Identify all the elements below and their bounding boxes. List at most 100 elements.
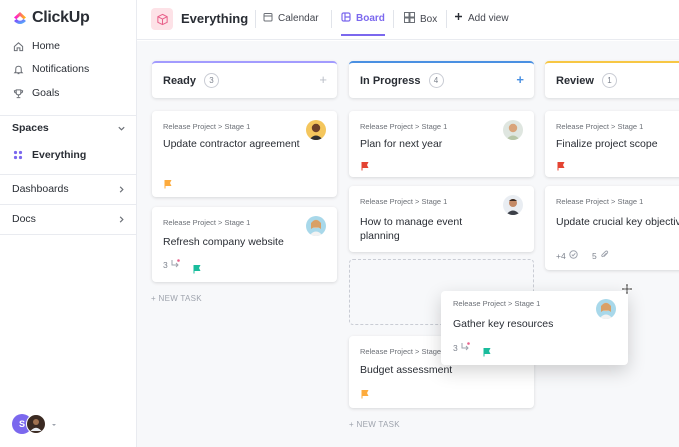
task-title: Finalize project scope (556, 138, 658, 150)
divider (393, 10, 394, 28)
sidebar: ClickUp Home Notifications Goals Spaces … (0, 0, 137, 447)
attachment-count[interactable]: 5 (592, 250, 609, 261)
new-task-button[interactable]: + NEW TASK (349, 420, 400, 429)
task-title: How to manage event planning (360, 216, 463, 242)
task-breadcrumb: Release Project > Stage 1 (360, 347, 448, 356)
sidebar-item-label: Everything (32, 149, 87, 161)
trophy-icon (12, 87, 24, 99)
dragging-task-card[interactable]: Release Project > Stage 1 Gather key res… (441, 291, 628, 365)
task-card[interactable]: Release Project > Stage 1 Update contrac… (152, 111, 337, 197)
clickup-logo[interactable]: ClickUp (12, 9, 90, 27)
add-task-plus-icon[interactable]: + (319, 73, 327, 86)
flag-icon[interactable] (192, 261, 202, 274)
checklist-icon (569, 250, 578, 261)
grid-dots-icon (12, 149, 24, 161)
column-title: Ready (163, 74, 197, 87)
paperclip-icon (600, 250, 609, 261)
chevron-down-icon[interactable] (51, 415, 57, 433)
docs-label: Docs (12, 213, 36, 225)
tab-board[interactable]: Board (341, 12, 385, 36)
add-task-plus-icon[interactable]: + (516, 73, 524, 86)
task-title: Update contractor agreement (163, 138, 300, 150)
add-view-button[interactable]: Add view (454, 12, 509, 24)
home-icon (12, 40, 24, 52)
task-breadcrumb: Release Project > Stage 1 (453, 299, 541, 308)
column-count-badge: 4 (428, 73, 444, 88)
sidebar-divider (0, 115, 137, 116)
subtask-count[interactable]: 3 (163, 259, 180, 270)
sidebar-item-everything[interactable]: Everything (12, 149, 86, 161)
sidebar-item-home[interactable]: Home (12, 40, 60, 52)
page-title: Everything (181, 11, 249, 26)
task-card[interactable]: Release Project > Stage 1 Refresh compan… (152, 207, 337, 282)
sidebar-item-label: Notifications (32, 63, 90, 75)
task-breadcrumb: Release Project > Stage 1 (163, 218, 251, 227)
sidebar-item-notifications[interactable]: Notifications (12, 63, 89, 75)
spaces-label: Spaces (12, 122, 49, 134)
assignee-avatar[interactable] (503, 195, 523, 215)
sidebar-item-label: Home (32, 40, 61, 52)
task-breadcrumb: Release Project > Stage 1 (163, 122, 251, 131)
divider (446, 10, 447, 28)
top-bar: Everything Calendar Board Box Add view (137, 0, 679, 40)
flag-icon[interactable] (360, 386, 370, 399)
task-breadcrumb: Release Project > Stage 1 (556, 197, 644, 206)
tab-box[interactable]: Box (404, 12, 437, 26)
task-card[interactable]: Release Project > Stage 1 Finalize proje… (545, 111, 679, 177)
task-breadcrumb: Release Project > Stage 1 (556, 122, 644, 131)
sidebar-item-label: Goals (32, 87, 60, 99)
sidebar-divider (0, 204, 137, 205)
new-task-button[interactable]: + NEW TASK (151, 294, 202, 303)
task-title: Budget assessment (360, 364, 453, 376)
chevron-right-icon[interactable] (116, 214, 126, 224)
column-count-badge: 1 (601, 73, 617, 88)
task-title: Gather key resources (453, 318, 554, 330)
divider (255, 10, 256, 28)
checklist-count-value: +4 (556, 250, 566, 261)
checklist-count[interactable]: +4 (556, 250, 578, 261)
sidebar-item-goals[interactable]: Goals (12, 87, 59, 99)
divider (331, 10, 332, 28)
flag-icon[interactable] (556, 158, 566, 171)
column-title: In Progress (360, 74, 421, 87)
subtask-icon (171, 259, 180, 270)
box-icon (404, 12, 415, 26)
assignee-avatar[interactable] (596, 299, 616, 319)
board: Ready 3 + In Progress 4 + Review 1 Relea… (137, 41, 679, 447)
subtask-count-value: 3 (453, 342, 458, 353)
column-header-ready[interactable]: Ready 3 + (152, 61, 337, 98)
chevron-right-icon[interactable] (116, 184, 126, 194)
flag-icon[interactable] (163, 176, 173, 189)
task-title: Update crucial key objectives (556, 216, 679, 228)
docs-section-header[interactable]: Docs (12, 213, 126, 225)
dashboards-section-header[interactable]: Dashboards (12, 183, 126, 195)
spaces-section-header[interactable]: Spaces (12, 122, 126, 134)
chevron-down-icon[interactable] (116, 123, 126, 133)
bell-icon (12, 63, 24, 75)
subtask-icon (461, 342, 470, 353)
column-header-in-progress[interactable]: In Progress 4 + (349, 61, 534, 98)
task-card[interactable]: Release Project > Stage 1 Update crucial… (545, 186, 679, 270)
task-card[interactable]: Release Project > Stage 1 How to manage … (349, 186, 534, 252)
subtask-count[interactable]: 3 (453, 342, 470, 353)
assignee-avatar[interactable] (503, 120, 523, 140)
brand-name: ClickUp (32, 9, 90, 26)
column-header-review[interactable]: Review 1 (545, 61, 679, 98)
clickup-logo-icon (14, 12, 26, 24)
task-card[interactable]: Release Project > Stage 1 Plan for next … (349, 111, 534, 177)
move-cursor-icon (621, 282, 633, 300)
avatar (26, 414, 46, 434)
calendar-icon (263, 12, 273, 25)
assignee-avatar[interactable] (306, 216, 326, 236)
tab-calendar[interactable]: Calendar (263, 12, 319, 25)
flag-icon[interactable] (482, 344, 492, 357)
board-icon (341, 12, 351, 25)
cube-icon (151, 8, 173, 30)
user-avatar-group[interactable]: S (12, 414, 57, 434)
assignee-avatar[interactable] (306, 120, 326, 140)
attachment-count-value: 5 (592, 250, 597, 261)
subtask-count-value: 3 (163, 259, 168, 270)
flag-icon[interactable] (360, 158, 370, 171)
tab-label: Calendar (278, 13, 319, 24)
dashboards-label: Dashboards (12, 183, 69, 195)
